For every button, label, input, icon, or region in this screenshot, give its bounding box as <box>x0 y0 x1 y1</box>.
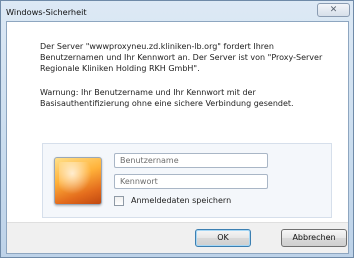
username-placeholder: Benutzername <box>120 156 179 165</box>
server-message: Der Server "wwwproxyneu.zd.kliniken-lb.o… <box>40 42 323 73</box>
dialog-body: Der Server "wwwproxyneu.zd.kliniken-lb.o… <box>6 21 349 254</box>
close-icon: ✕ <box>329 5 338 15</box>
user-tile-icon <box>54 157 102 205</box>
remember-label: Anmeldedaten speichern <box>131 196 232 205</box>
cancel-button[interactable]: Abbrechen <box>281 229 347 247</box>
password-input[interactable]: Kennwort <box>114 174 268 189</box>
title-bar: Windows-Sicherheit ✕ <box>1 1 353 21</box>
username-input[interactable]: Benutzername <box>114 153 268 168</box>
security-dialog: Windows-Sicherheit ✕ Der Server "wwwprox… <box>0 0 354 258</box>
close-button[interactable]: ✕ <box>317 3 350 17</box>
warning-message: Warnung: Ihr Benutzername und Ihr Kennwo… <box>40 88 294 108</box>
remember-checkbox[interactable] <box>114 196 124 206</box>
ok-button[interactable]: OK <box>195 229 251 247</box>
window-title: Windows-Sicherheit <box>6 7 87 17</box>
credential-tile: Benutzername Kennwort Anmeldedaten speic… <box>42 143 332 218</box>
password-placeholder: Kennwort <box>120 177 158 186</box>
button-bar: OK Abbrechen <box>7 222 348 253</box>
